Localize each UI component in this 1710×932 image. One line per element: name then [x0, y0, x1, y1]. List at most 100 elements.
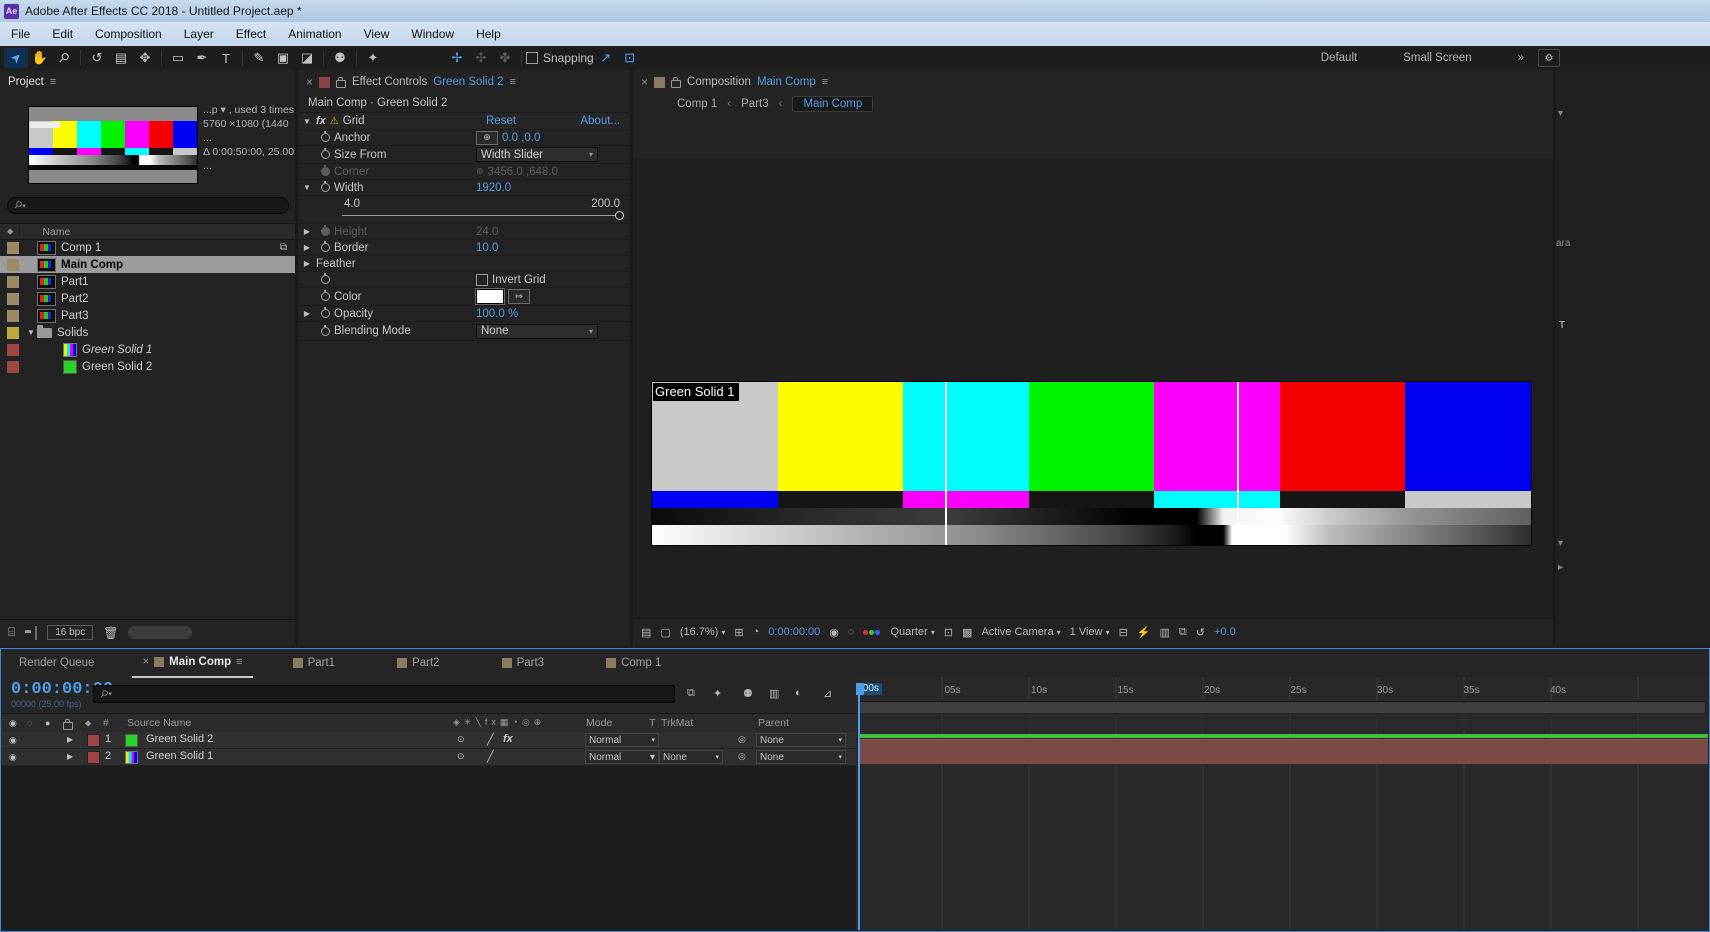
layer-label-swatch[interactable]: [87, 734, 100, 747]
stopwatch-icon[interactable]: [320, 131, 330, 142]
name-column-header[interactable]: Name: [42, 226, 70, 238]
layer-row-1[interactable]: ◉ ▶ 1 Green Solid 2 ⊙ ╱ fx Normal ▾ ◎ Non…: [1, 732, 856, 749]
transparency-grid-icon[interactable]: ▩: [962, 626, 972, 639]
effect-name[interactable]: Grid: [343, 115, 365, 127]
new-composition-icon[interactable]: [35, 625, 38, 640]
camera-tool-icon[interactable]: ▤: [109, 48, 133, 68]
project-row-part3[interactable]: Part3: [0, 307, 295, 324]
width-value[interactable]: 1920.0: [476, 182, 511, 194]
selection-tool-icon[interactable]: ➤: [4, 48, 28, 68]
t-column[interactable]: T: [649, 717, 655, 729]
project-row-comp1[interactable]: Comp 1 ⧉: [0, 239, 295, 256]
folder-expander-icon[interactable]: ▼: [25, 328, 37, 337]
effect-grid-header-row[interactable]: ▼ fx ⚠ Grid Reset About...: [298, 113, 630, 130]
reset-exposure-icon[interactable]: ↺: [1196, 626, 1205, 639]
workspace-default[interactable]: Default: [1321, 52, 1357, 64]
shape-tool-icon[interactable]: ▭: [166, 48, 190, 68]
param-row-anchor[interactable]: Anchor ⊕ 0.0 ,0.0: [298, 130, 630, 146]
zoom-tool-icon[interactable]: ⚲: [52, 48, 76, 68]
param-expander-icon[interactable]: ▶: [298, 259, 316, 268]
stopwatch-icon[interactable]: [320, 290, 330, 301]
show-snapshot-icon[interactable]: ◌: [848, 626, 855, 638]
quality-switch-icon[interactable]: ╱: [487, 733, 494, 746]
snapshot-camera-icon[interactable]: ◉: [829, 626, 839, 639]
layer-name[interactable]: Green Solid 1: [146, 750, 213, 762]
workspace-small-screen[interactable]: Small Screen: [1403, 52, 1471, 64]
source-name-column[interactable]: Source Name: [127, 717, 191, 729]
view-axis-mode-icon[interactable]: ✤: [493, 48, 517, 68]
label-swatch[interactable]: [7, 258, 19, 271]
menu-file[interactable]: File: [0, 27, 41, 41]
timeline-ruler[interactable]: :00s 05s 10s 15s 20s 25s 30s 35s 40s: [856, 683, 1708, 701]
blending-mode-dropdown[interactable]: None ▾: [476, 323, 598, 339]
layer-row-2[interactable]: ◉ ▶ 2 Green Solid 1 ⊙ ╱ Normal ▾ None ▾ ◎ …: [1, 749, 856, 766]
eye-icon[interactable]: ◉: [9, 752, 17, 763]
slider-track[interactable]: [342, 215, 618, 216]
delete-item-icon[interactable]: 🗑: [103, 626, 118, 640]
breadcrumb-comp1[interactable]: Comp 1: [677, 98, 717, 110]
effect-controls-tab[interactable]: × Effect Controls Green Solid 2 ≡: [298, 70, 630, 94]
anchor-point-crosshair-button[interactable]: ⊕: [476, 130, 498, 145]
draft-3d-icon[interactable]: ✦: [713, 687, 722, 700]
breadcrumb-current-comp[interactable]: Main Comp: [792, 96, 874, 112]
timeline-search-input[interactable]: ⚲ ▾: [93, 685, 675, 703]
label-swatch[interactable]: [7, 360, 19, 373]
panel-menu-icon[interactable]: ≡: [822, 76, 828, 88]
project-panel-tab[interactable]: Project ≡: [0, 70, 295, 94]
tab-part1[interactable]: Part1: [283, 649, 346, 677]
shy-switch-icon[interactable]: ⊙: [457, 751, 465, 762]
project-row-solids-folder[interactable]: ▼ Solids: [0, 324, 295, 341]
menu-window[interactable]: Window: [400, 27, 465, 41]
stopwatch-icon[interactable]: [320, 241, 330, 252]
stopwatch-icon[interactable]: [320, 307, 330, 318]
param-row-width[interactable]: ▼ Width 1920.0: [298, 180, 630, 196]
rotate-tool-icon[interactable]: ↺: [85, 48, 109, 68]
interpret-footage-icon[interactable]: ⌸: [8, 625, 15, 640]
world-axis-mode-icon[interactable]: ✣: [469, 48, 493, 68]
panel-menu-icon[interactable]: ≡: [510, 76, 516, 88]
param-row-invert-grid[interactable]: Invert Grid: [298, 272, 630, 288]
layer-label-swatch[interactable]: [87, 751, 100, 764]
parent-pickwhip-icon[interactable]: ◎: [738, 751, 746, 762]
layer-expander-icon[interactable]: ▶: [67, 752, 73, 761]
stopwatch-icon[interactable]: [320, 181, 330, 192]
project-row-part2[interactable]: Part2: [0, 290, 295, 307]
parent-column[interactable]: Parent: [758, 717, 789, 729]
layer-number-column[interactable]: #: [103, 717, 109, 729]
stopwatch-icon[interactable]: [320, 273, 330, 284]
rail-chevron-icon[interactable]: ▾: [1558, 108, 1563, 119]
project-row-green-solid-2[interactable]: Green Solid 2: [0, 358, 295, 375]
type-tool-icon[interactable]: T: [214, 48, 238, 68]
param-expander-icon[interactable]: ▶: [298, 243, 316, 252]
menu-help[interactable]: Help: [465, 27, 512, 41]
pen-tool-icon[interactable]: ✒: [190, 48, 214, 68]
parent-pickwhip-icon[interactable]: ◎: [738, 734, 746, 745]
tab-part2[interactable]: Part2: [387, 649, 450, 677]
opacity-value[interactable]: 100.0 %: [476, 308, 518, 320]
param-row-feather[interactable]: ▶ Feather: [298, 256, 630, 272]
effect-about-link[interactable]: About...: [580, 115, 620, 127]
hide-shy-layers-icon[interactable]: ⚉: [743, 687, 753, 700]
param-expander-icon[interactable]: ▶: [298, 309, 316, 318]
tab-menu-icon[interactable]: ≡: [236, 656, 242, 668]
trkmat-column[interactable]: TrkMat: [661, 717, 693, 729]
comp-flowchart-icon[interactable]: ⧉: [1179, 626, 1187, 639]
fast-previews-icon[interactable]: ⚡: [1137, 626, 1151, 639]
parent-dropdown[interactable]: None ▾: [756, 750, 846, 764]
tab-main-comp[interactable]: × Main Comp ≡: [132, 648, 253, 678]
region-of-interest-icon[interactable]: ⊡: [944, 626, 953, 639]
comp-mini-flowchart-icon[interactable]: ⧉: [687, 687, 695, 700]
stopwatch-icon[interactable]: [320, 148, 330, 159]
mode-column[interactable]: Mode: [586, 717, 612, 729]
fx-switch-icon[interactable]: fx: [503, 733, 513, 745]
menu-animation[interactable]: Animation: [277, 27, 352, 41]
frame-blending-icon[interactable]: ▥: [769, 687, 779, 700]
rail-type-panel-label[interactable]: T: [1559, 320, 1565, 331]
label-swatch[interactable]: [7, 275, 19, 288]
roto-brush-tool-icon[interactable]: ⚉: [328, 48, 352, 68]
grid-guides-icon[interactable]: ⊞: [734, 626, 743, 639]
label-swatch[interactable]: [7, 292, 19, 305]
invert-grid-checkbox[interactable]: [476, 273, 488, 286]
trkmat-dropdown[interactable]: None ▾: [659, 750, 723, 764]
menu-composition[interactable]: Composition: [84, 27, 173, 41]
